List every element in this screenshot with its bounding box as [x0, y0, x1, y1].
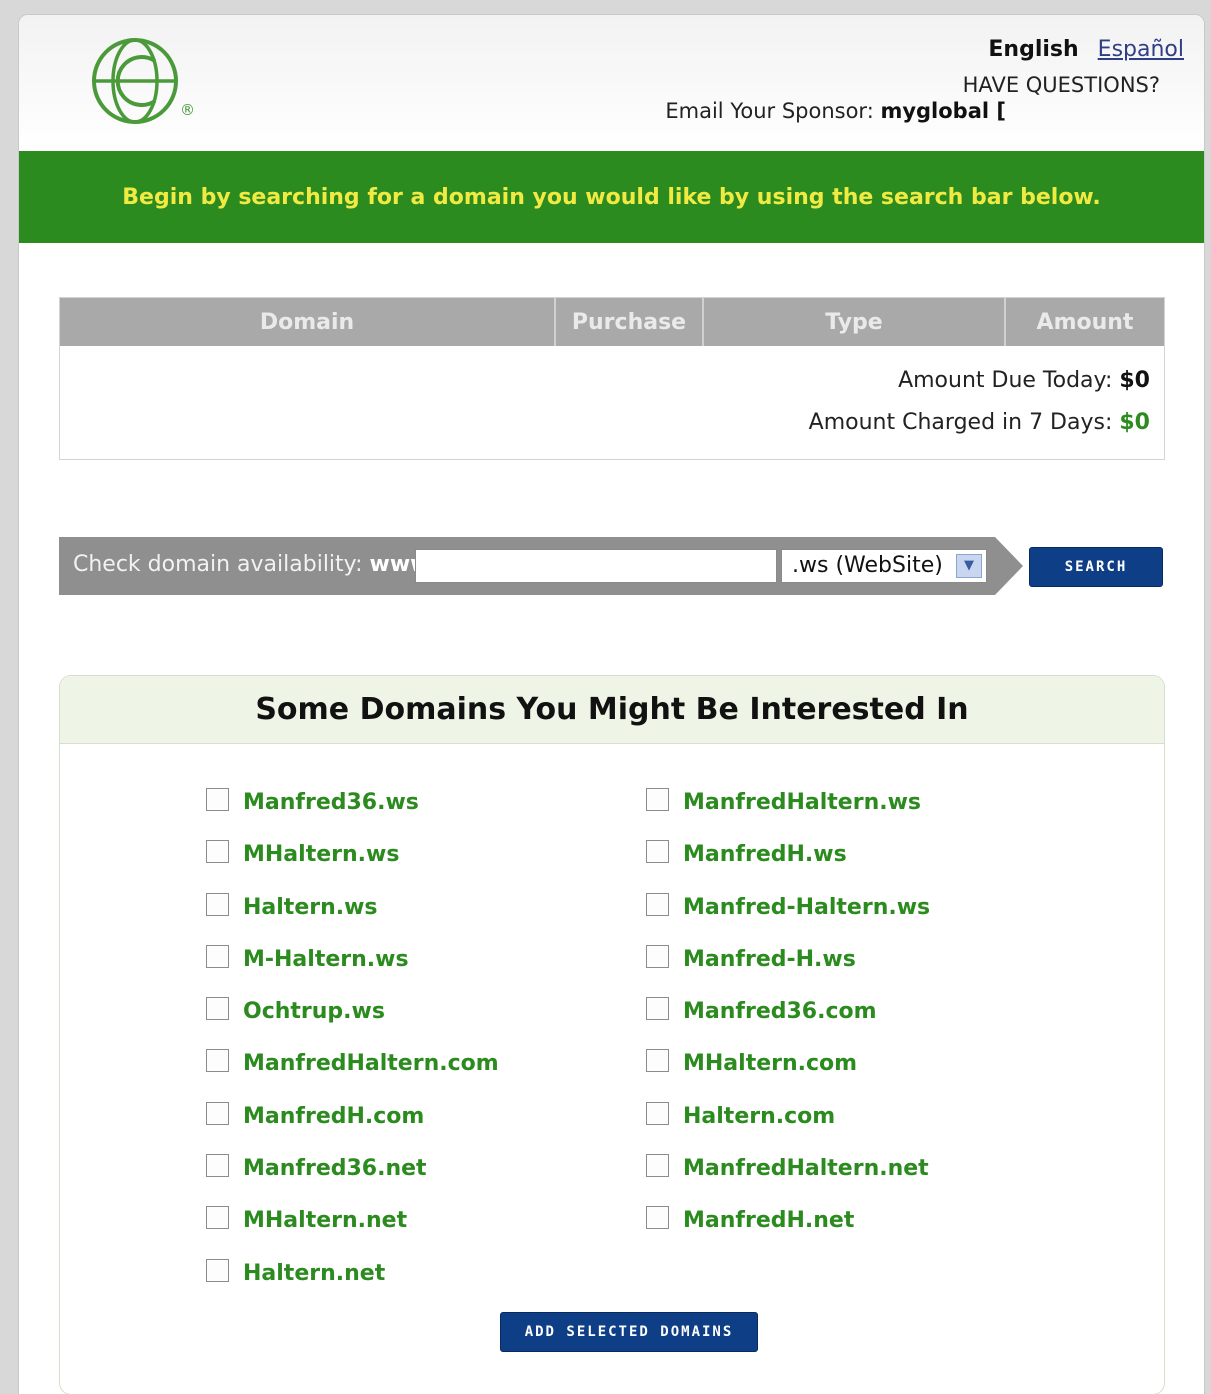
list-item: ManfredH.ws — [646, 840, 930, 892]
header: ® English Español HAVE QUESTIONS? Email … — [19, 15, 1204, 151]
suggestions-title: Some Domains You Might Be Interested In — [60, 676, 1164, 744]
list-item: Ochtrup.ws — [206, 997, 499, 1049]
domain-checkbox[interactable] — [646, 1049, 669, 1073]
list-item: Manfred36.net — [206, 1154, 499, 1206]
suggested-domains-panel: Some Domains You Might Be Interested In … — [59, 675, 1165, 1394]
domain-checkbox[interactable] — [206, 892, 229, 916]
language-switcher: English Español — [988, 37, 1184, 62]
col-amount: Amount — [1036, 309, 1134, 335]
domain-name[interactable]: MHaltern.com — [683, 1051, 857, 1076]
domain-checkbox[interactable] — [206, 840, 229, 864]
domain-checkbox[interactable] — [646, 1154, 669, 1178]
search-label-text: Check domain availability: — [73, 552, 363, 577]
instruction-banner: Begin by searching for a domain you woul… — [19, 151, 1204, 243]
col-type: Type — [704, 298, 1006, 346]
amount-due-today: Amount Due Today: $0 — [898, 368, 1150, 393]
list-item: Manfred-Haltern.ws — [646, 892, 930, 945]
list-item: ManfredHaltern.com — [206, 1049, 499, 1101]
domain-checkbox[interactable] — [206, 1154, 229, 1178]
registered-mark-icon: ® — [180, 101, 195, 119]
domain-checkbox[interactable] — [206, 944, 229, 968]
domain-name[interactable]: M-Haltern.ws — [243, 947, 409, 972]
search-label: Check domain availability: www. — [73, 552, 437, 577]
list-item: Haltern.ws — [206, 892, 499, 945]
tld-selected-value: .ws (WebSite) — [792, 553, 943, 578]
domain-checkbox[interactable] — [646, 892, 669, 916]
list-item: ManfredH.net — [646, 1206, 930, 1258]
domain-name[interactable]: ManfredH.ws — [683, 842, 847, 867]
amount-charged-7-days: Amount Charged in 7 Days: $0 — [809, 410, 1150, 435]
domain-name[interactable]: Manfred36.com — [683, 999, 877, 1024]
list-item: MHaltern.net — [206, 1206, 499, 1258]
sponsor-contact: Email Your Sponsor: myglobal [ — [665, 99, 1006, 123]
domain-name[interactable]: Haltern.com — [683, 1104, 835, 1129]
amount-charged-label: Amount Charged in 7 Days: — [808, 410, 1113, 435]
list-item: Haltern.net — [206, 1258, 499, 1311]
list-item: M-Haltern.ws — [206, 944, 499, 997]
sponsor-label: Email Your Sponsor: — [665, 99, 874, 123]
domain-name[interactable]: Ochtrup.ws — [243, 999, 385, 1024]
chevron-down-icon[interactable]: ▼ — [956, 554, 982, 578]
col-purchase: Purchase — [556, 298, 704, 346]
domain-name[interactable]: Manfred-Haltern.ws — [683, 895, 930, 920]
list-item: ManfredH.com — [206, 1101, 499, 1154]
domain-name[interactable]: Manfred36.net — [243, 1156, 427, 1181]
domain-name[interactable]: ManfredH.net — [683, 1208, 854, 1233]
domain-name[interactable]: ManfredH.com — [243, 1104, 424, 1129]
add-selected-domains-button[interactable]: ADD SELECTED DOMAINS — [500, 1312, 758, 1352]
lang-espanol-link[interactable]: Español — [1098, 37, 1184, 62]
domain-name[interactable]: MHaltern.ws — [243, 842, 399, 867]
domain-name[interactable]: MHaltern.net — [243, 1208, 407, 1233]
list-item: MHaltern.com — [646, 1049, 930, 1101]
domain-checkbox[interactable] — [646, 997, 669, 1021]
domain-checkbox[interactable] — [206, 997, 229, 1021]
domain-name[interactable]: ManfredHaltern.ws — [683, 790, 921, 815]
sponsor-name[interactable]: myglobal [ — [880, 99, 1006, 123]
domain-name[interactable]: ManfredHaltern.com — [243, 1051, 499, 1076]
amount-due-label: Amount Due Today: — [898, 368, 1113, 393]
list-item: Haltern.com — [646, 1101, 930, 1154]
list-item: Manfred-H.ws — [646, 944, 930, 997]
list-item: ManfredHaltern.ws — [646, 788, 930, 840]
amount-charged-value: $0 — [1119, 410, 1150, 435]
list-item: MHaltern.ws — [206, 840, 499, 892]
domain-name[interactable]: Manfred36.ws — [243, 790, 419, 815]
domain-checkbox[interactable] — [206, 1206, 229, 1230]
domain-name[interactable]: Haltern.ws — [243, 895, 378, 920]
domain-name[interactable]: Manfred-H.ws — [683, 947, 856, 972]
tld-select[interactable]: .ws (WebSite) ▼ — [781, 549, 987, 583]
lang-english[interactable]: English — [988, 37, 1078, 62]
list-item: ManfredHaltern.net — [646, 1154, 930, 1206]
domain-name[interactable]: Haltern.net — [243, 1261, 385, 1286]
domain-checkbox[interactable] — [646, 1206, 669, 1230]
search-button[interactable]: SEARCH — [1029, 547, 1163, 587]
suggestions-right-column: ManfredHaltern.ws ManfredH.ws Manfred-Ha… — [646, 788, 930, 1259]
list-item: Manfred36.ws — [206, 788, 499, 840]
domain-checkbox[interactable] — [646, 788, 669, 811]
domain-checkbox[interactable] — [646, 1101, 669, 1125]
cart-header-row: Domain Purchase Type Amount — [60, 298, 1164, 346]
domain-checkbox[interactable] — [206, 1101, 229, 1125]
domain-search-input[interactable] — [415, 549, 777, 583]
domain-checkbox[interactable] — [646, 840, 669, 864]
suggestions-left-column: Manfred36.ws MHaltern.ws Haltern.ws M-Ha… — [206, 788, 499, 1311]
domain-checkbox[interactable] — [206, 788, 229, 811]
amount-due-value: $0 — [1119, 368, 1150, 393]
domain-name[interactable]: ManfredHaltern.net — [683, 1156, 929, 1181]
domain-search-bar: Check domain availability: www. .ws (Web… — [59, 537, 1023, 595]
list-item: Manfred36.com — [646, 997, 930, 1049]
have-questions-text: HAVE QUESTIONS? — [962, 73, 1160, 97]
domain-checkbox[interactable] — [206, 1049, 229, 1073]
globe-logo-icon — [92, 38, 178, 124]
cart-table: Domain Purchase Type Amount Amount Due T… — [59, 297, 1165, 460]
domain-checkbox[interactable] — [206, 1258, 229, 1282]
col-domain: Domain — [60, 298, 556, 346]
domain-checkbox[interactable] — [646, 944, 669, 968]
page-frame: ® English Español HAVE QUESTIONS? Email … — [18, 14, 1205, 1394]
